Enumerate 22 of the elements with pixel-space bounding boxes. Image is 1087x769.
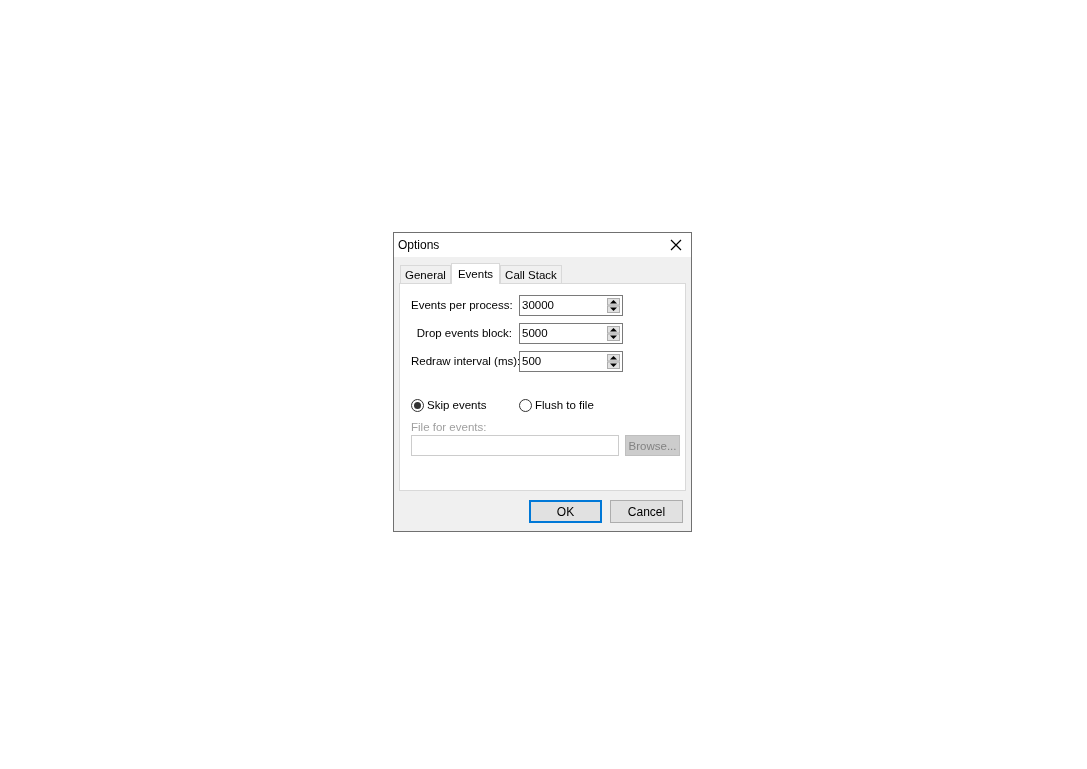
tab[interactable]: General <box>400 265 451 283</box>
radio-circle[interactable] <box>519 398 532 412</box>
field-label: Redraw interval (ms): <box>411 355 519 367</box>
spin-arrows-icon[interactable] <box>607 325 620 341</box>
file-path-field[interactable] <box>411 435 619 456</box>
number-field[interactable]: 30000 <box>519 294 623 316</box>
spin-arrows-icon[interactable] <box>607 297 620 313</box>
radio-option[interactable]: Skip events <box>411 398 519 412</box>
radio-circle[interactable] <box>411 398 424 412</box>
radio-option[interactable]: Flush to file <box>519 398 627 412</box>
dialog-button[interactable]: OK <box>529 500 602 523</box>
close-icon[interactable] <box>670 239 682 251</box>
spin-arrows-icon[interactable] <box>607 353 620 369</box>
field-label: Drop events block: <box>415 327 513 339</box>
field-label: Events per process: <box>411 299 514 311</box>
field-label: File for events: <box>411 421 488 433</box>
window-title: Options <box>398 238 440 252</box>
dialog-button[interactable]: Cancel <box>610 500 683 523</box>
number-field[interactable]: 5000 <box>519 322 623 344</box>
number-field[interactable]: 500 <box>519 350 623 372</box>
tab[interactable]: Events <box>450 263 501 284</box>
tab[interactable]: Call Stack <box>500 265 562 283</box>
